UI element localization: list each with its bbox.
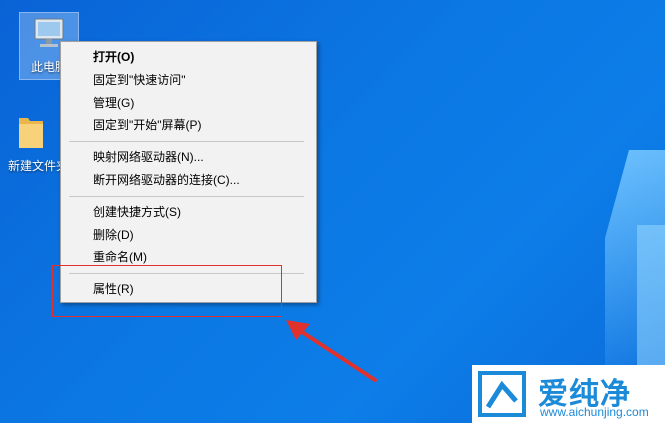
menu-item-pin-start[interactable]: 固定到"开始"屏幕(P) xyxy=(61,114,316,137)
desktop-wallpaper-light-strip xyxy=(637,225,665,365)
menu-item-disconnect-network-drive[interactable]: 断开网络驱动器的连接(C)... xyxy=(61,169,316,192)
arrow-pointer-icon xyxy=(286,320,377,382)
folder-icon xyxy=(19,118,43,148)
menu-item-manage[interactable]: 管理(G) xyxy=(61,92,316,115)
desktop-icon-label: 新建文件夹 xyxy=(8,159,60,173)
menu-item-properties[interactable]: 属性(R) xyxy=(61,278,316,301)
desktop-icon-new-folder[interactable]: 新建文件夹 xyxy=(8,112,68,174)
menu-item-pin-quick-access[interactable]: 固定到"快速访问" xyxy=(61,69,316,92)
menu-separator xyxy=(69,195,304,197)
context-menu: 打开(O) 固定到"快速访问" 管理(G) 固定到"开始"屏幕(P) 映射网络驱… xyxy=(60,41,317,303)
menu-item-rename[interactable]: 重命名(M) xyxy=(61,246,316,269)
watermark-logo-icon xyxy=(478,371,526,417)
menu-item-delete[interactable]: 删除(D) xyxy=(61,224,316,247)
watermark: 爱纯净 www.aichunjing.com xyxy=(472,365,665,423)
menu-item-create-shortcut[interactable]: 创建快捷方式(S) xyxy=(61,201,316,224)
menu-item-map-network-drive[interactable]: 映射网络驱动器(N)... xyxy=(61,146,316,169)
watermark-url: www.aichunjing.com xyxy=(540,405,649,419)
menu-item-open[interactable]: 打开(O) xyxy=(61,46,316,69)
menu-separator xyxy=(69,273,304,275)
menu-separator xyxy=(69,141,304,143)
